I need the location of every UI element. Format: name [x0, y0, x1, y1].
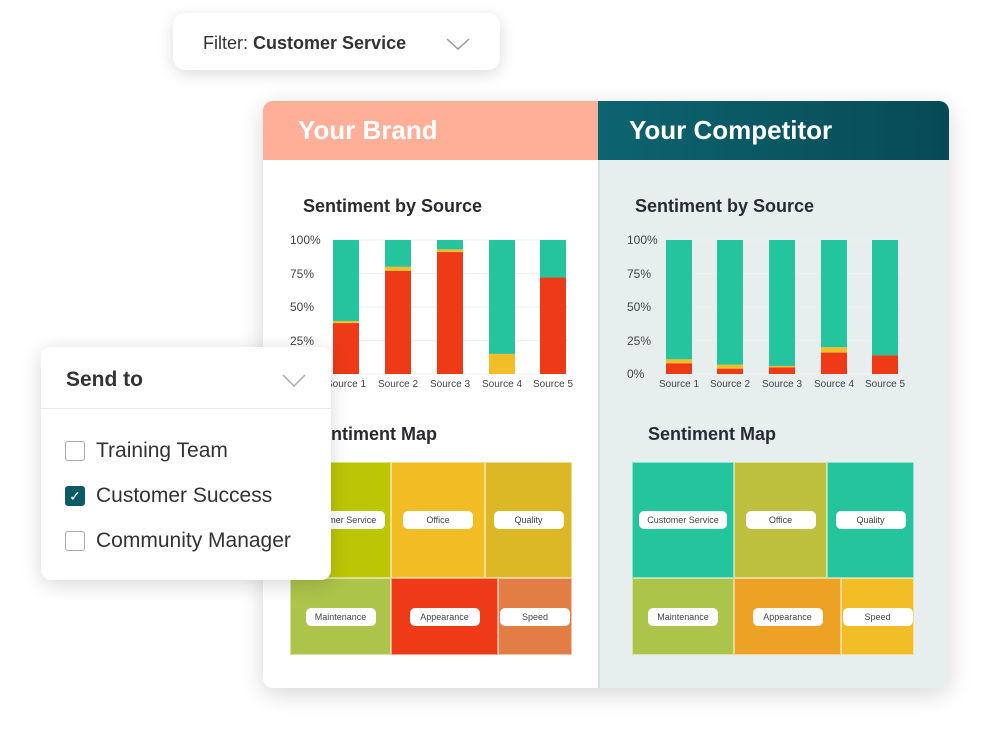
divider	[41, 408, 331, 409]
treemap-label: Quality	[835, 511, 906, 529]
treemap-label: Office	[745, 511, 816, 529]
treemap-label: Maintenance	[305, 607, 376, 626]
brand-chart-title: Sentiment by Source	[303, 196, 483, 216]
y-tick-label: 75%	[290, 266, 315, 281]
chevron-down-icon	[446, 38, 470, 50]
option-training-team[interactable]: Training Team	[65, 439, 228, 463]
filter-dropdown[interactable]: Filter: Customer Service	[173, 13, 500, 70]
competitor-map-title: Sentiment Map	[648, 424, 777, 444]
option-community-manager[interactable]: Community Manager	[65, 529, 291, 553]
x-tick-label: Source 3	[761, 379, 803, 390]
chevron-down-icon[interactable]	[282, 374, 306, 387]
x-tick-label: Source 2	[377, 379, 419, 390]
x-tick-label: Source 5	[864, 379, 906, 390]
checkbox-checked[interactable]: ✓	[65, 486, 85, 506]
competitor-header: Your Competitor	[598, 101, 949, 160]
treemap-cell[interactable]: Appearance	[734, 578, 841, 655]
treemap-cell[interactable]: Maintenance	[290, 578, 391, 655]
treemap-label: Quality	[493, 511, 564, 529]
filter-label: Filter:	[203, 33, 248, 53]
treemap-cell[interactable]: Speed	[841, 578, 914, 655]
treemap-cell[interactable]: Office	[391, 462, 485, 578]
treemap-cell[interactable]: Appearance	[391, 578, 498, 655]
y-tick-label: 25%	[290, 333, 315, 348]
treemap-cell[interactable]: Speed	[498, 578, 572, 655]
treemap-label: Customer Service	[639, 511, 727, 529]
treemap-cell[interactable]: Office	[734, 462, 827, 578]
treemap-cell[interactable]: Quality	[827, 462, 914, 578]
treemap-cell[interactable]: Customer Service	[632, 462, 734, 578]
checkbox[interactable]	[65, 531, 85, 551]
y-tick-label: 50%	[290, 300, 315, 314]
send-to-dropdown[interactable]: Send to Training Team ✓ Customer Success …	[41, 347, 331, 580]
option-label: Training Team	[96, 439, 228, 462]
competitor-chart-title: Sentiment by Source	[635, 196, 815, 216]
y-tick-label: 100%	[290, 233, 321, 247]
x-tick-label: Source 5	[532, 379, 574, 390]
treemap-label: Appearance	[752, 607, 823, 626]
x-tick-label: Source 3	[429, 379, 471, 390]
treemap-label: Speed	[842, 607, 913, 626]
y-tick-label: 75%	[627, 266, 652, 281]
x-tick-label: Source 2	[709, 379, 751, 390]
treemap-cell[interactable]: Maintenance	[632, 578, 734, 655]
brand-header: Your Brand	[263, 101, 598, 160]
send-to-title: Send to	[66, 368, 143, 391]
treemap-label: Office	[403, 511, 473, 529]
checkbox[interactable]	[65, 441, 85, 461]
y-tick-label: 25%	[627, 333, 652, 348]
treemap-label: Speed	[500, 607, 570, 626]
treemap-label: Appearance	[409, 607, 480, 626]
option-label: Community Manager	[96, 529, 291, 552]
treemap-label: Maintenance	[648, 607, 718, 626]
treemap-cell[interactable]: Quality	[485, 462, 572, 578]
option-label: Customer Success	[96, 484, 273, 507]
y-tick-label: 50%	[627, 300, 652, 314]
y-tick-label: 100%	[627, 233, 658, 247]
filter-value: Customer Service	[253, 33, 407, 53]
option-customer-success[interactable]: ✓ Customer Success	[65, 484, 272, 508]
